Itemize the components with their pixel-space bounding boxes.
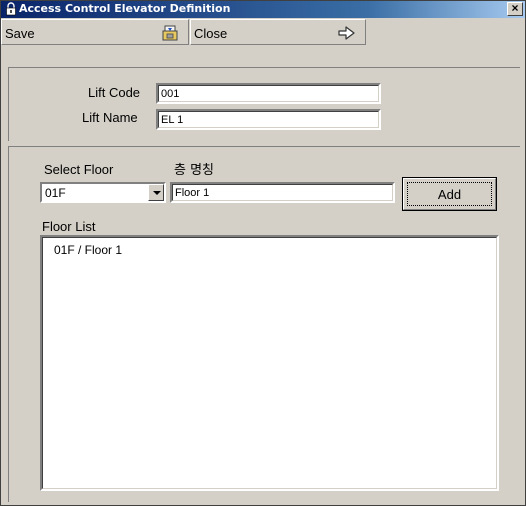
lift-code-value: 001 xyxy=(158,85,379,102)
floor-listbox[interactable]: 01F / Floor 1 xyxy=(40,235,499,491)
close-button-label: Close xyxy=(194,26,228,41)
window-close-button[interactable]: × xyxy=(507,2,523,16)
select-floor-dropdown[interactable]: 01F xyxy=(40,182,166,203)
close-button[interactable]: Close xyxy=(190,19,366,45)
floor-list-label: Floor List xyxy=(42,219,96,234)
save-disk-icon xyxy=(162,25,178,41)
add-button-label: Add xyxy=(437,187,462,202)
lift-name-label: Lift Name xyxy=(82,110,138,125)
add-button[interactable]: Add xyxy=(402,177,497,211)
elevator-definition-window: Access Control Elevator Definition × Sav… xyxy=(0,0,526,506)
lift-code-label: Lift Code xyxy=(88,85,141,100)
window-title: Access Control Elevator Definition xyxy=(19,2,231,15)
lift-code-field[interactable]: 001 xyxy=(156,83,381,104)
save-button[interactable]: Save xyxy=(1,19,189,45)
chevron-down-icon xyxy=(153,191,161,195)
title-bar[interactable]: Access Control Elevator Definition × xyxy=(1,1,525,18)
select-floor-label: Select Floor xyxy=(44,162,114,177)
floor-name-value: Floor 1 xyxy=(172,184,393,201)
lift-name-field[interactable]: EL 1 xyxy=(156,109,381,130)
floor-name-label: 층 명칭 xyxy=(174,163,215,178)
floor-name-field[interactable]: Floor 1 xyxy=(170,182,395,203)
list-item[interactable]: 01F / Floor 1 xyxy=(54,243,122,257)
exit-arrow-icon xyxy=(338,26,355,40)
selected-floor-value: 01F xyxy=(45,186,66,200)
toolbar: Save Close xyxy=(1,18,525,65)
lock-icon xyxy=(6,2,16,16)
dropdown-button[interactable] xyxy=(148,184,164,201)
floor-listbox-inner: 01F / Floor 1 xyxy=(42,237,497,489)
lift-name-value: EL 1 xyxy=(158,111,379,128)
save-button-label: Save xyxy=(5,26,35,41)
